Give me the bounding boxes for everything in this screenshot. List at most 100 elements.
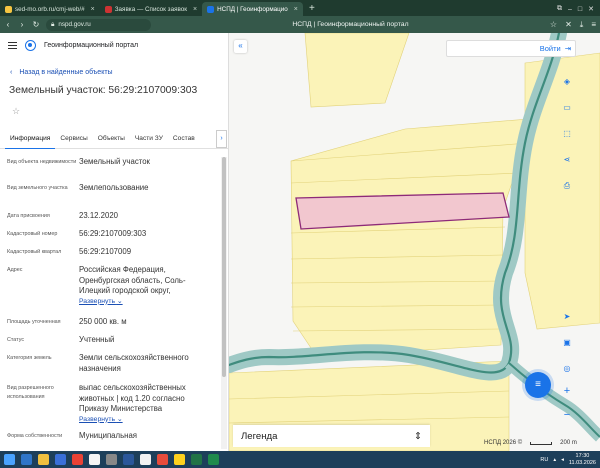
app-icon[interactable] — [140, 454, 151, 465]
tab-services[interactable]: Сервисы — [55, 129, 92, 149]
new-tab-button[interactable]: + — [306, 3, 318, 15]
lock-icon: 🔒︎ — [51, 20, 55, 28]
property-row: Кадастровый номер 56:29:2107009:303 — [7, 229, 147, 238]
location-icon[interactable]: ◎ — [560, 362, 574, 375]
login-button[interactable]: Войти ⇥ — [446, 40, 576, 57]
expand-legend-icon[interactable]: ⇕ — [414, 431, 422, 442]
chevron-down-icon: ⌄ — [116, 415, 123, 423]
panel-tabs: Информация Сервисы Объекты Части ЗУ Сост… — [0, 129, 228, 149]
app-icon[interactable] — [208, 454, 219, 465]
select-area-icon[interactable]: ⬚ — [560, 127, 574, 140]
tabs-scroll-right-button[interactable]: › — [216, 129, 227, 148]
chevron-left-icon: ‹ — [10, 69, 13, 76]
close-tab-icon[interactable]: × — [294, 6, 298, 13]
maximize-icon[interactable]: □ — [578, 6, 582, 13]
zoom-in-icon[interactable]: + — [560, 385, 574, 399]
url-field[interactable]: 🔒︎ nspd.gov.ru — [46, 18, 151, 31]
minimap-icon[interactable]: ▣ — [560, 336, 574, 349]
tab-parts[interactable]: Части ЗУ — [130, 129, 168, 149]
edge-icon[interactable] — [21, 454, 32, 465]
forward-arrow-icon[interactable]: › — [18, 20, 26, 29]
browser-actions: ☆ ✕ ⤓ ≡ — [550, 20, 596, 30]
tab-objects[interactable]: Объекты — [93, 129, 130, 149]
info-panel: Геоинформационный портал ‹ Назад в найде… — [0, 33, 229, 451]
browser-tab-nspd[interactable]: НСПД | Геоинформацио × — [202, 2, 303, 16]
tab-composition[interactable]: Состав — [168, 129, 200, 149]
zoom-out-icon[interactable]: − — [560, 409, 574, 423]
app-icon[interactable] — [55, 454, 66, 465]
browser-tab-sed[interactable]: sed-mo.orb.ru/cmj-web/# × — [0, 2, 100, 16]
collapse-panel-button[interactable]: « — [234, 40, 247, 53]
share-icon[interactable]: ⋖ — [560, 153, 574, 166]
app-icon[interactable] — [89, 454, 100, 465]
property-row: Вид объекта недвижимости Земельный участ… — [7, 157, 150, 166]
volume-icon[interactable]: ◂ — [561, 457, 564, 463]
map-toolbar-lower: ➤ ▣ ◎ — [560, 310, 574, 375]
app-icon[interactable] — [106, 454, 117, 465]
minimize-icon[interactable]: – — [568, 6, 572, 13]
start-icon[interactable] — [4, 454, 15, 465]
property-row: Вид земельного участка Землепользование — [7, 183, 149, 192]
chevron-down-icon: ⌄ — [116, 297, 123, 305]
browser-tab-zayavka[interactable]: Заявка — Список заявок × — [100, 2, 202, 16]
properties-list: Вид объекта недвижимости Земельный участ… — [0, 157, 220, 445]
close-tab-icon[interactable]: × — [91, 6, 95, 13]
property-row: Статус Учтенный — [7, 335, 115, 344]
yandex-icon[interactable] — [72, 454, 83, 465]
extensions-icon[interactable]: ✕ — [565, 20, 572, 29]
hamburger-menu-icon[interactable] — [8, 42, 17, 49]
app-icon[interactable] — [174, 454, 185, 465]
reload-icon[interactable]: ↻ — [32, 20, 40, 29]
property-row: Дата присвоения 23.12.2020 — [7, 211, 119, 220]
panel-header: Геоинформационный портал — [0, 33, 228, 58]
explorer-icon[interactable] — [38, 454, 49, 465]
tab-info[interactable]: Информация — [5, 129, 56, 149]
page-title-display: НСПД | Геоинформационный портал — [292, 21, 409, 28]
scale-bar — [530, 441, 553, 445]
map-view[interactable]: « Войти ⇥ ◈ ▭ ⬚ ⋖ ⎙ ➤ ▣ ◎ ≡ + − Легенда … — [229, 33, 600, 451]
bookmark-icon[interactable]: ☆ — [550, 20, 557, 29]
basemap-icon[interactable]: ▭ — [560, 101, 574, 114]
login-icon: ⇥ — [564, 44, 571, 53]
legend-bar[interactable]: Легенда ⇕ — [233, 425, 430, 447]
property-row: Вид разрешенного использования выпас сел… — [0, 383, 220, 431]
expand-address-link[interactable]: Развернуть ⌄ — [79, 297, 215, 308]
property-row: Форма собственности Муниципальная — [7, 431, 137, 440]
parcel-shape — [290, 118, 530, 358]
browser-tab-bar: sed-mo.orb.ru/cmj-web/# × Заявка — Списо… — [0, 0, 600, 16]
window-controls: ⧉ – □ ✕ — [557, 5, 600, 16]
property-row: Категория земель Земли сельскохозяйствен… — [7, 353, 189, 373]
panel-scrollbar[interactable] — [221, 157, 227, 449]
portal-brand: Геоинформационный портал — [44, 42, 139, 49]
clock[interactable]: 17:30 11.03.2026 — [569, 453, 596, 466]
address-bar: ‹ › ↻ 🔒︎ nspd.gov.ru НСПД | Геоинформаци… — [0, 16, 600, 33]
menu-icon[interactable]: ≡ — [591, 20, 596, 29]
favorite-star-icon[interactable]: ☆ — [0, 96, 228, 117]
navigation-icon[interactable]: ➤ — [560, 310, 574, 323]
print-icon[interactable]: ⎙ — [560, 179, 574, 192]
zoom-controls: + − — [560, 385, 574, 423]
property-row: Площадь уточненная 250 000 кв. м — [7, 317, 127, 326]
feedback-chat-button[interactable]: ≡ — [525, 372, 551, 398]
app-icon[interactable] — [157, 454, 168, 465]
close-tab-icon[interactable]: × — [193, 6, 197, 13]
layers-icon[interactable]: ◈ — [560, 75, 574, 88]
parcel-shape — [304, 33, 410, 108]
property-row: Адрес Российская Федерация, Оренбургская… — [0, 265, 220, 317]
close-window-icon[interactable]: ✕ — [588, 5, 594, 13]
scrollbar-thumb[interactable] — [222, 157, 226, 377]
os-taskbar: RU ▴ ◂ 17:30 11.03.2026 — [0, 451, 600, 468]
network-icon[interactable]: ▴ — [553, 457, 556, 463]
back-arrow-icon[interactable]: ‹ — [4, 20, 12, 29]
favicon-icon — [207, 5, 215, 13]
map-toolbar: ◈ ▭ ⬚ ⋖ ⎙ — [560, 75, 574, 192]
favicon-icon — [104, 5, 112, 13]
language-indicator[interactable]: RU — [540, 457, 548, 463]
expand-usage-link[interactable]: Развернуть ⌄ — [79, 415, 215, 426]
excel-icon[interactable] — [191, 454, 202, 465]
word-icon[interactable] — [123, 454, 134, 465]
download-icon[interactable]: ⤓ — [580, 20, 584, 30]
back-to-results-link[interactable]: ‹ Назад в найденные объекты — [0, 58, 228, 76]
portal-logo-icon — [25, 40, 36, 51]
copy-icon[interactable]: ⧉ — [557, 5, 562, 13]
